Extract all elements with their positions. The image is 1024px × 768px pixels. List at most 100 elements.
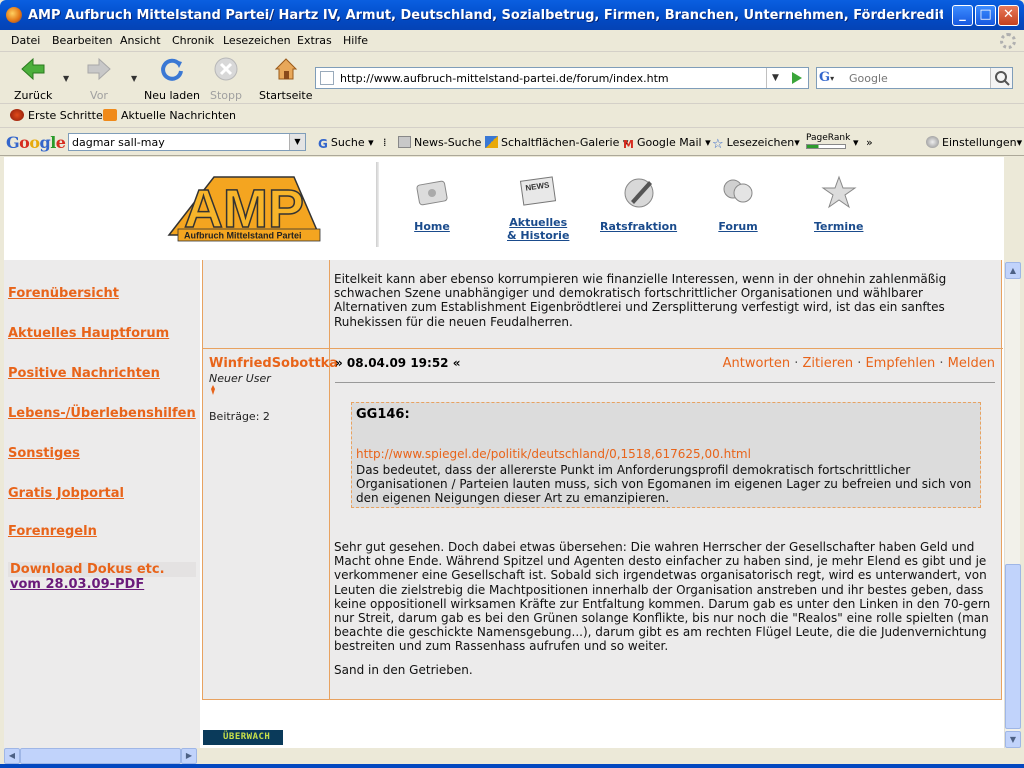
web-page: AMP Aufbruch Mittelstand Partei Home NEW… [4,157,1004,748]
nav-forum[interactable]: Forum [718,173,758,233]
back-button[interactable]: Zurück [14,56,52,102]
quote-text: Das bedeutet, dass der allererste Punkt … [356,463,972,506]
star-outline-icon: ☆ [712,137,724,152]
google-query-box[interactable]: ▼ [68,133,306,151]
google-query-input[interactable] [72,135,282,149]
report-link[interactable]: Melden [948,356,995,371]
scroll-left-button[interactable]: ◀ [4,748,20,764]
bookmark-label: Erste Schritte [28,109,103,122]
quote-link[interactable]: Zitieren [803,356,854,371]
post-author[interactable]: WinfriedSobottka [209,356,338,371]
sidebar-item-sonstiges[interactable]: Sonstiges [8,446,80,461]
button-gallery[interactable]: Schaltflächen-Galerie ▾ [485,136,628,149]
more-button[interactable]: » [866,136,873,149]
home-icon [416,180,448,206]
hscroll-thumb[interactable] [20,748,181,764]
nav-termine[interactable]: Termine [814,173,863,233]
forward-history-dropdown[interactable]: ▼ [131,74,137,83]
home-button[interactable]: Startseite [259,56,313,102]
back-history-dropdown[interactable]: ▼ [63,74,69,83]
bookmark-aktuelle-nachrichten[interactable]: Aktuelle Nachrichten [103,109,236,122]
google-bookmarks-label: Lesezeichen [726,136,795,149]
sidebar-item-forenregeln[interactable]: Forenregeln [8,524,97,539]
menu-ansicht[interactable]: Ansicht [120,34,161,47]
news-search-button[interactable]: News-Suche [398,136,481,149]
vertical-scrollbar[interactable]: ▲ ▼ [1004,262,1021,748]
horizontal-scrollbar[interactable]: ◀ ▶ [4,748,197,764]
scroll-up-button[interactable]: ▲ [1005,262,1021,279]
nav-ratsfraktion[interactable]: Ratsfraktion [600,173,677,233]
scroll-right-button[interactable]: ▶ [181,748,197,764]
back-arrow-icon [21,57,45,81]
menu-hilfe[interactable]: Hilfe [343,34,368,47]
url-bar[interactable]: ▼ [315,67,809,89]
google-mail-button[interactable]: M Google Mail ▾ [623,136,711,151]
menu-datei[interactable]: Datei [11,34,40,47]
magnifier-icon [995,71,1010,86]
stop-button[interactable]: Stopp [210,56,242,102]
maximize-button[interactable]: □ [975,5,996,26]
reload-label: Neu laden [144,89,200,102]
nav-termine-label: Termine [814,220,864,233]
nav-home[interactable]: Home [412,173,452,233]
url-input[interactable] [340,70,780,86]
google-logo[interactable]: Google [6,133,66,152]
sidebar-item-forenuebersicht[interactable]: Forenübersicht [8,286,119,301]
go-button[interactable] [786,68,808,88]
window-bottom-border [0,764,1024,768]
bookmark-erste-schritte[interactable]: Erste Schritte [10,109,103,122]
pagerank-indicator[interactable]: PageRank [806,133,850,149]
google-search-button[interactable]: G Suche ▾ [318,136,374,151]
reply-link[interactable]: Antworten [723,356,791,371]
search-button[interactable] [990,68,1012,88]
quote-url-link[interactable]: http://www.spiegel.de/politik/deutschlan… [356,447,751,461]
forward-button[interactable]: Vor [86,56,112,102]
gallery-icon [485,136,498,148]
nav-aktuelles-label: Aktuelles [509,216,568,229]
menu-lesezeichen[interactable]: Lesezeichen [223,34,291,47]
pagerank-dropdown[interactable]: ▾ [853,136,859,149]
google-search-label: Suche [330,136,365,149]
forward-label: Vor [90,89,108,102]
google-query-dropdown[interactable]: ▼ [289,134,305,150]
forum-icon [723,179,753,203]
forward-arrow-icon [87,57,111,81]
sidebar-item-positive-nachrichten[interactable]: Positive Nachrichten [8,366,160,381]
rank-icon [211,385,215,395]
download-title: Download Dokus etc. [8,562,196,577]
sidebar-item-gratis-jobportal[interactable]: Gratis Jobportal [8,486,124,501]
settings-button[interactable]: Einstellungen▾ [926,136,1022,149]
google-toolbar: Google ▼ GSuche ▾ ⁞ News-Suche Schaltflä… [0,128,1024,156]
google-engine-icon[interactable]: G▾ [819,70,845,86]
menu-chronik[interactable]: Chronik [172,34,214,47]
recommend-link[interactable]: Empfehlen [865,356,935,371]
sidebar-item-lebenshilfen[interactable]: Lebens-/Überlebenshilfen [8,406,196,421]
sidebar-item-aktuelles-hauptforum[interactable]: Aktuelles Hauptforum [8,326,169,341]
post-date: » 08.04.09 19:52 « [335,356,461,370]
news-icon [398,136,411,148]
scroll-thumb[interactable] [1005,564,1021,729]
firefox-bookmark-icon [10,109,24,121]
menu-extras[interactable]: Extras [297,34,332,47]
menu-bearbeiten[interactable]: Bearbeiten [52,34,112,47]
news-search-label: News-Suche [414,136,482,149]
close-button[interactable]: ✕ [998,5,1019,26]
footer-badge[interactable]: ÜBERWACH [203,730,283,745]
nav-aktuelles[interactable]: NEWS Aktuelles & Historie [507,173,569,242]
navigation-toolbar: Zurück ▼ Vor ▼ Neu laden Stopp Startseit… [0,52,1024,104]
post-actions: Antworten · Zitieren · Empfehlen · Melde… [723,356,995,371]
search-input[interactable] [849,70,985,86]
url-history-dropdown[interactable]: ▼ [766,68,784,88]
reload-button[interactable]: Neu laden [144,56,200,102]
minimize-button[interactable]: _ [952,5,973,26]
forum-sidebar: Forenübersicht Aktuelles Hauptforum Posi… [4,260,200,748]
download-link[interactable]: vom 28.03.09-PDF [8,577,196,592]
scroll-down-button[interactable]: ▼ [1005,731,1021,748]
google-bookmarks-button[interactable]: ☆ Lesezeichen▾ [712,136,800,152]
home-icon [274,58,297,80]
bookmarks-toolbar: Erste Schritte Aktuelle Nachrichten [0,104,1024,128]
amp-logo[interactable]: AMP Aufbruch Mittelstand Partei [164,167,324,247]
column-divider [329,260,330,700]
header-divider [376,162,379,247]
search-bar[interactable]: G▾ [816,67,1013,89]
